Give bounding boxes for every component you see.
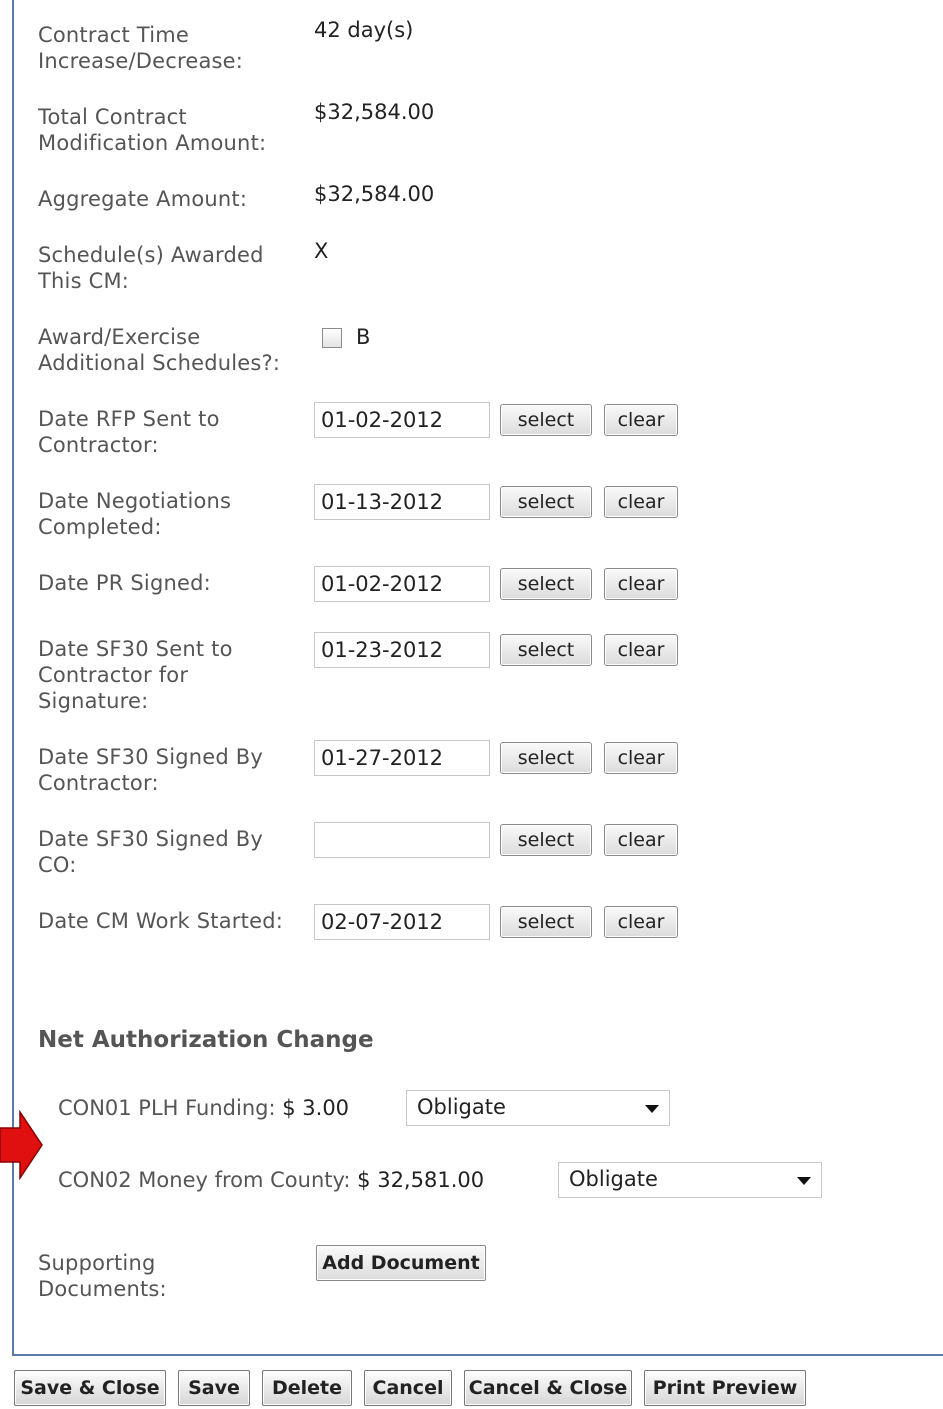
- net-auth-row-2-label: CON02 Money from County:: [58, 1168, 351, 1192]
- save-button[interactable]: Save: [178, 1370, 250, 1406]
- date-sf30-sent-input[interactable]: [314, 632, 490, 668]
- delete-button[interactable]: Delete: [262, 1370, 352, 1406]
- net-auth-row-1-amount: $ 3.00: [282, 1096, 350, 1120]
- chevron-down-icon: [797, 1177, 811, 1185]
- cancel-button[interactable]: Cancel: [364, 1370, 452, 1406]
- date-rfp-clear-button[interactable]: clear: [604, 404, 678, 436]
- net-auth-row-2: CON02 Money from County: $ 32,581.00: [58, 1168, 484, 1192]
- date-cm-started-input[interactable]: [314, 904, 490, 940]
- date-cm-started-clear-button[interactable]: clear: [604, 906, 678, 938]
- net-auth-row-1-dropdown[interactable]: Obligate: [406, 1090, 670, 1126]
- schedules-awarded-value: X: [314, 239, 329, 263]
- date-sf30-co-label: Date SF30 Signed By CO:: [38, 827, 264, 877]
- date-sf30-sent-label: Date SF30 Sent to Contractor for Signature…: [38, 637, 233, 713]
- red-arrow-icon: [0, 1110, 43, 1180]
- net-auth-row-1-label: CON01 PLH Funding:: [58, 1096, 276, 1120]
- net-auth-row-2-dropdown-value: Obligate: [569, 1167, 658, 1191]
- award-exercise-label: Award/Exercise Additional Schedules?:: [38, 325, 281, 375]
- schedule-b-checkbox[interactable]: [322, 328, 342, 348]
- contract-time-value: 42 day(s): [314, 18, 414, 42]
- date-rfp-input[interactable]: [314, 402, 490, 438]
- date-sf30-sent-select-button[interactable]: select: [500, 634, 592, 666]
- net-auth-row-2-amount: $ 32,581.00: [357, 1168, 485, 1192]
- net-auth-row-2-dropdown[interactable]: Obligate: [558, 1162, 822, 1198]
- cancel-close-button[interactable]: Cancel & Close: [464, 1370, 632, 1406]
- date-sf30-contractor-select-button[interactable]: select: [500, 742, 592, 774]
- date-cm-started-select-button[interactable]: select: [500, 906, 592, 938]
- date-pr-signed-input[interactable]: [314, 566, 490, 602]
- date-sf30-contractor-clear-button[interactable]: clear: [604, 742, 678, 774]
- total-mod-label: Total Contract Modification Amount:: [38, 105, 267, 155]
- date-sf30-contractor-label: Date SF30 Signed By Contractor:: [38, 745, 264, 795]
- date-negotiations-select-button[interactable]: select: [500, 486, 592, 518]
- date-sf30-co-clear-button[interactable]: clear: [604, 824, 678, 856]
- date-rfp-label: Date RFP Sent to Contractor:: [38, 407, 220, 457]
- net-auth-row-1-dropdown-value: Obligate: [417, 1095, 506, 1119]
- date-pr-signed-label: Date PR Signed:: [38, 571, 211, 595]
- date-sf30-co-input[interactable]: [314, 822, 490, 858]
- date-sf30-contractor-input[interactable]: [314, 740, 490, 776]
- net-auth-row-1: CON01 PLH Funding: $ 3.00: [58, 1096, 349, 1120]
- date-negotiations-clear-button[interactable]: clear: [604, 486, 678, 518]
- contract-time-label: Contract Time Increase/Decrease:: [38, 23, 244, 73]
- schedules-awarded-label: Schedule(s) Awarded This CM:: [38, 243, 264, 293]
- net-auth-title: Net Authorization Change: [38, 1027, 374, 1053]
- print-preview-button[interactable]: Print Preview: [644, 1370, 806, 1406]
- schedule-b-label: B: [356, 325, 371, 349]
- supporting-docs-label: Supporting Documents:: [38, 1251, 167, 1301]
- date-rfp-select-button[interactable]: select: [500, 404, 592, 436]
- date-negotiations-label: Date Negotiations Completed:: [38, 489, 232, 539]
- date-cm-started-label: Date CM Work Started:: [38, 909, 284, 933]
- date-pr-signed-clear-button[interactable]: clear: [604, 568, 678, 600]
- date-sf30-sent-clear-button[interactable]: clear: [604, 634, 678, 666]
- date-pr-signed-select-button[interactable]: select: [500, 568, 592, 600]
- date-negotiations-input[interactable]: [314, 484, 490, 520]
- chevron-down-icon: [645, 1105, 659, 1113]
- total-mod-value: $32,584.00: [314, 100, 435, 124]
- date-sf30-co-select-button[interactable]: select: [500, 824, 592, 856]
- save-close-button[interactable]: Save & Close: [14, 1370, 166, 1406]
- aggregate-value: $32,584.00: [314, 182, 435, 206]
- aggregate-label: Aggregate Amount:: [38, 187, 248, 211]
- add-document-button[interactable]: Add Document: [316, 1245, 486, 1281]
